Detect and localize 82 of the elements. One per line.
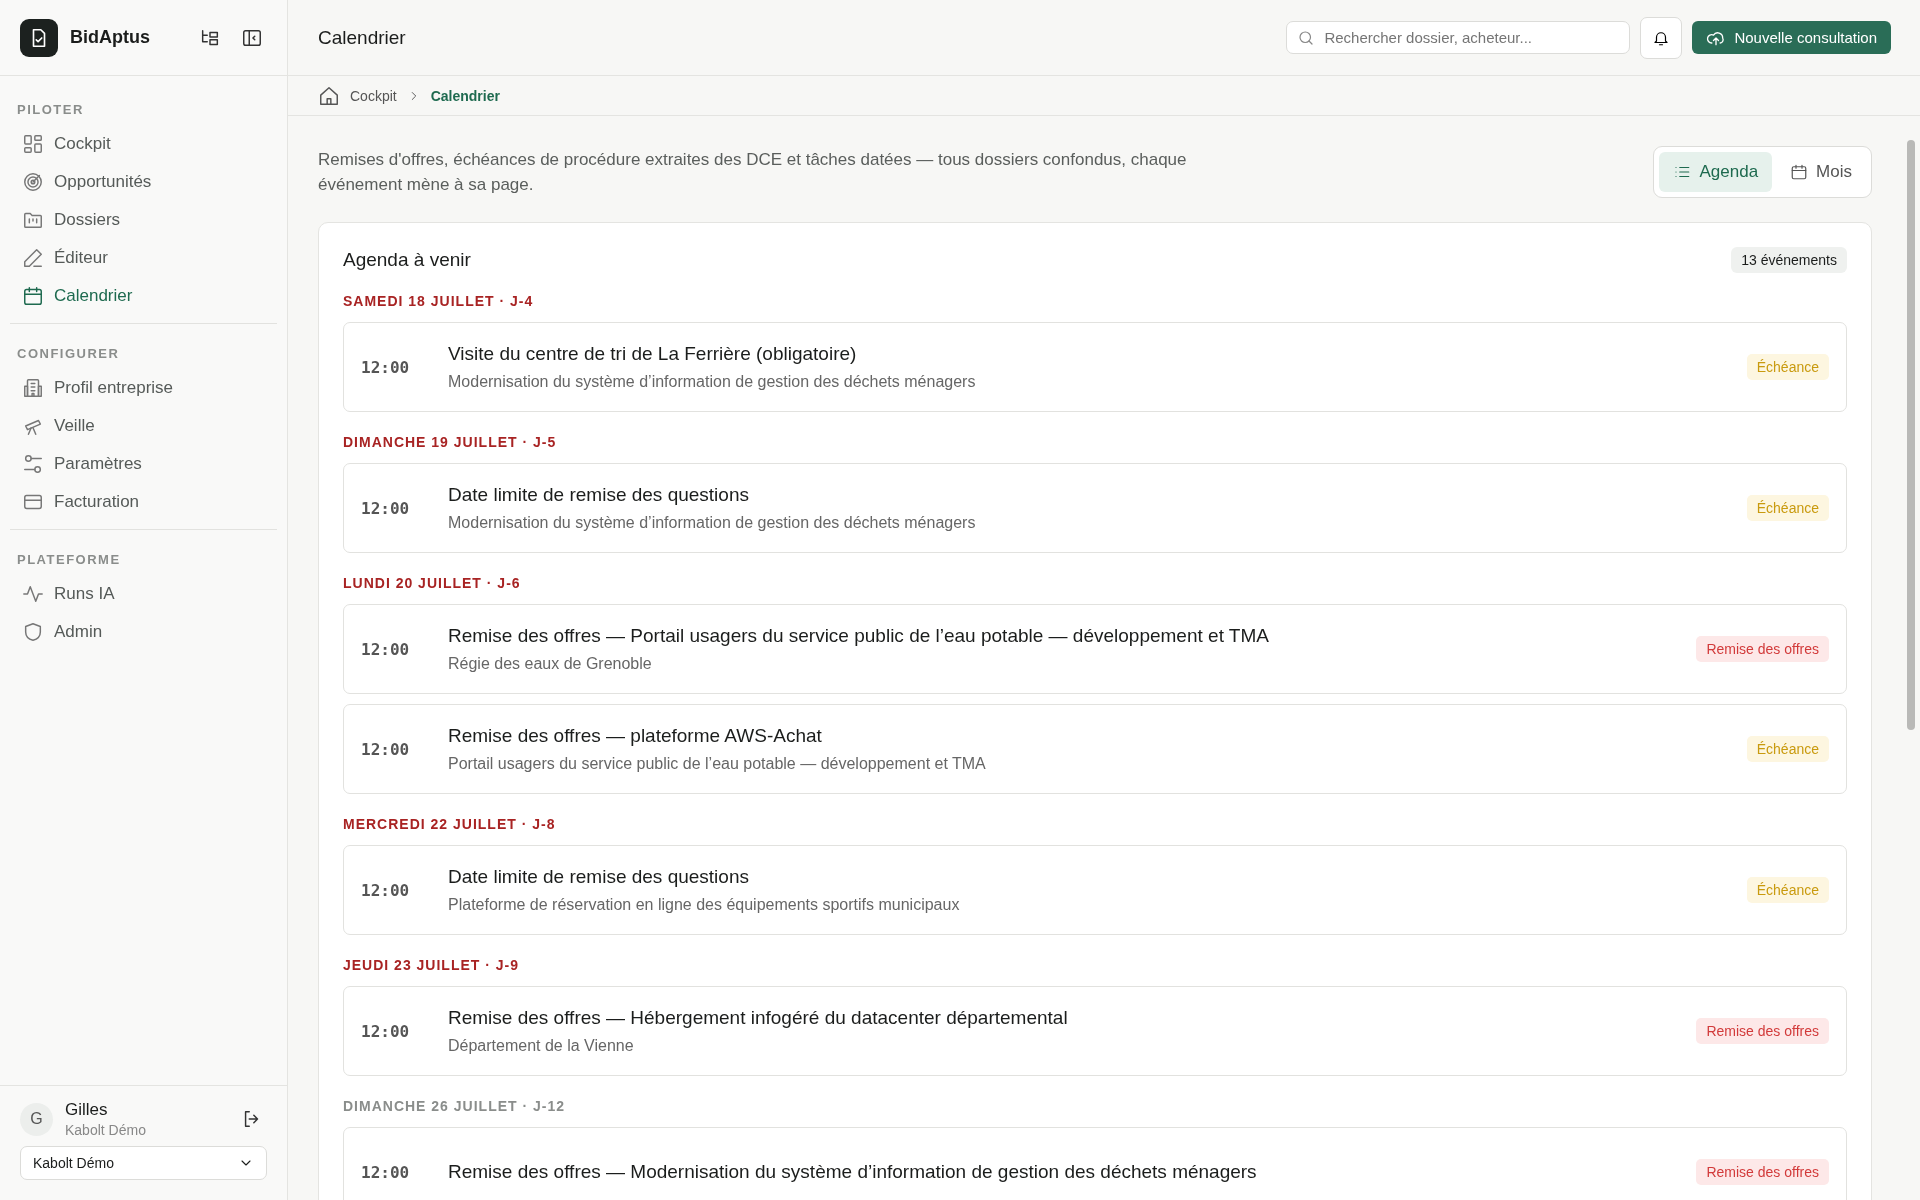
event-time: 12:00: [361, 739, 411, 759]
event-title: Remise des offres — Portail usagers du service public de l’eau potable — développement et TMA: [448, 625, 1270, 647]
user-name: Gilles: [65, 1100, 109, 1120]
event-subtitle: Régie des eaux de Grenoble: [448, 655, 653, 673]
sidebar-item[interactable]: Dossiers: [10, 201, 277, 239]
new-consultation-button[interactable]: Nouvelle consultation: [1692, 21, 1891, 54]
event-row[interactable]: 12:00 Date limite de remise des questions Modernisation du système d’information de gestion des déchets ménagers Échéance: [343, 463, 1847, 553]
event-title: Visite du centre de tri de La Ferrière (obligatoire): [448, 343, 858, 365]
event-subtitle: Portail usagers du service public de l’eau potable — développement et TMA: [448, 755, 987, 773]
breadcrumb-link[interactable]: Cockpit: [350, 87, 397, 104]
shield-icon: [22, 621, 44, 643]
section-heading: CONFIGURER: [16, 345, 121, 363]
event-subtitle: Département de la Vienne: [448, 1037, 635, 1055]
event-subtitle: Modernisation du système d’information de gestion des déchets ménagers: [448, 514, 977, 532]
scrollbar-thumb[interactable]: [1907, 140, 1915, 730]
event-row[interactable]: 12:00 Remise des offres — Modernisation du système d’information de gestion des déchets ménagers Remise des offres: [343, 1127, 1847, 1200]
event-row[interactable]: 12:00 Remise des offres — plateforme AWS-Achat Portail usagers du service public de l’eau potable — développement et TMA Échéance: [343, 704, 1847, 794]
calendar-icon: [1790, 163, 1809, 181]
event-time: 12:00: [361, 1021, 411, 1041]
day-heading: JEUDI 23 JUILLET · J-9: [343, 957, 521, 973]
event-row[interactable]: 12:00 Date limite de remise des questions Plateforme de réservation en ligne des équipements sportifs municipaux Échéance: [343, 845, 1847, 935]
day-heading: LUNDI 20 JUILLET · J-6: [343, 575, 522, 591]
notifications-button[interactable]: [1640, 16, 1683, 59]
event-time: 12:00: [361, 639, 411, 659]
event-type-badge: Échéance: [1746, 495, 1829, 521]
sidebar-item[interactable]: Runs IA: [10, 575, 277, 613]
day-heading: DIMANCHE 26 JUILLET · J-12: [343, 1098, 567, 1114]
breadcrumb-link[interactable]: Calendrier: [430, 87, 500, 104]
event-row[interactable]: 12:00 Remise des offres — Hébergement infogéré du datacenter départemental Département de la Vienne Remise des offres: [343, 986, 1847, 1076]
event-type-badge: Échéance: [1746, 354, 1829, 380]
event-type-badge: Échéance: [1746, 736, 1829, 762]
pulse-icon: [22, 583, 44, 605]
logo-icon: [20, 18, 58, 57]
home-icon: [318, 84, 340, 107]
sidebar-item[interactable]: Paramètres: [10, 445, 277, 483]
sidebar-item[interactable]: Veille: [10, 407, 277, 445]
event-type-badge: Échéance: [1746, 877, 1829, 903]
grid-icon: [22, 133, 44, 155]
section-heading: PILOTER: [16, 101, 85, 119]
day-heading: MERCREDI 22 JUILLET · J-8: [343, 816, 557, 832]
calendar-icon: [22, 285, 44, 307]
event-time: 12:00: [361, 498, 411, 518]
sidebar-item[interactable]: Profil entreprise: [10, 369, 277, 407]
event-title: Date limite de remise des questions: [448, 484, 750, 506]
event-title: Remise des offres — Hébergement infogéré du datacenter départemental: [448, 1007, 1069, 1029]
view-tab[interactable]: Mois: [1776, 152, 1866, 192]
event-title: Remise des offres — plateforme AWS-Achat: [448, 725, 823, 747]
event-title: Date limite de remise des questions: [448, 866, 750, 888]
user-organization: Kabolt Démo: [65, 1122, 147, 1138]
event-row[interactable]: 12:00 Visite du centre de tri de La Ferrière (obligatoire) Modernisation du système d’information de gestion des déchets ménagers Échéance: [343, 322, 1847, 412]
workspace-select[interactable]: Kabolt Démo: [20, 1146, 267, 1180]
building-icon: [22, 377, 44, 399]
page-title: Calendrier: [318, 26, 407, 49]
event-title: Remise des offres — Modernisation du système d’information de gestion des déchets ménagers: [448, 1161, 1258, 1183]
avatar: G: [20, 1102, 53, 1136]
section-heading: PLATEFORME: [16, 551, 122, 569]
radar-icon: [22, 171, 44, 193]
sidebar-item[interactable]: Calendrier: [10, 277, 277, 315]
event-time: 12:00: [361, 1162, 411, 1182]
sidebar-item[interactable]: Éditeur: [10, 239, 277, 277]
event-subtitle: Plateforme de réservation en ligne des équipements sportifs municipaux: [448, 896, 961, 914]
event-time: 12:00: [361, 357, 411, 377]
sidebar-item[interactable]: Cockpit: [10, 125, 277, 163]
pencil-icon: [22, 247, 44, 269]
app-name: BidAptus: [70, 27, 151, 48]
card-title: Agenda à venir: [343, 249, 471, 271]
event-subtitle: Modernisation du système d’information de gestion des déchets ménagers: [448, 373, 977, 391]
sidebar-item[interactable]: Opportunités: [10, 163, 277, 201]
sliders-icon: [22, 453, 44, 475]
view-tab[interactable]: Agenda: [1659, 152, 1773, 192]
sidebar-item[interactable]: Admin: [10, 613, 277, 651]
day-heading: SAMEDI 18 JUILLET · J-4: [343, 293, 535, 309]
event-row[interactable]: 12:00 Remise des offres — Portail usagers du service public de l’eau potable — développement et TMA Régie des eaux de Grenoble Remise des offres: [343, 604, 1847, 694]
day-heading: DIMANCHE 19 JUILLET · J-5: [343, 434, 558, 450]
event-time: 12:00: [361, 880, 411, 900]
search-field[interactable]: Rechercher dossier, acheteur...: [1286, 21, 1631, 54]
event-type-badge: Remise des offres: [1696, 636, 1829, 662]
page-description: Remises d'offres, échéances de procédure extraites des DCE et tâches datées — tous dossiers confondus, chaque événement mène à sa page.: [318, 149, 1188, 196]
sidebar-item[interactable]: Facturation: [10, 483, 277, 521]
event-type-badge: Remise des offres: [1696, 1159, 1829, 1185]
event-count-badge: 13 événements: [1731, 247, 1847, 273]
event-type-badge: Remise des offres: [1696, 1018, 1829, 1044]
